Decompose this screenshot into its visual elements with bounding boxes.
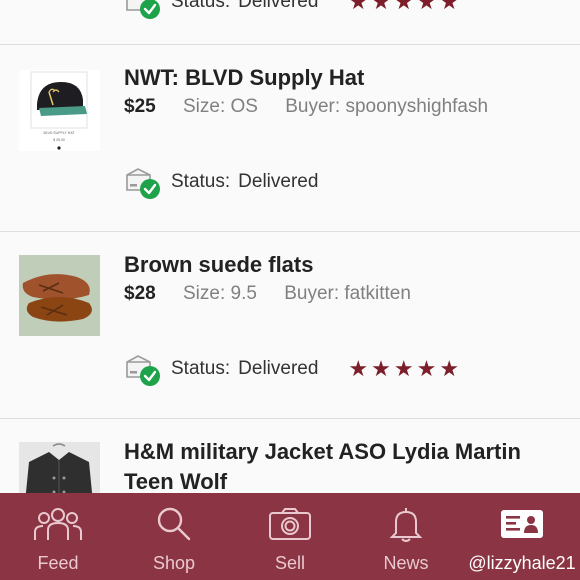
star-icon: ★ bbox=[416, 356, 437, 381]
item-title[interactable]: NWT: BLVD Supply Hat bbox=[124, 63, 364, 93]
item-title[interactable]: Brown suede flats bbox=[124, 250, 313, 280]
star-icon: ★ bbox=[439, 356, 460, 381]
delivered-box-icon bbox=[124, 0, 162, 19]
item-thumbnail[interactable] bbox=[19, 442, 100, 493]
nav-sell-label: Sell bbox=[274, 553, 305, 573]
nav-feed-label: Feed bbox=[37, 553, 79, 573]
camera-icon bbox=[268, 505, 312, 543]
list-item[interactable]: BLVD SUPPLY HAT $ 25.00 NWT: BLVD Supply… bbox=[0, 45, 580, 232]
item-thumbnail[interactable] bbox=[19, 255, 100, 336]
status-label: Status: bbox=[171, 358, 231, 379]
item-buyer[interactable]: Buyer: spoonyshighfash bbox=[285, 96, 488, 117]
star-icon: ★ bbox=[416, 0, 437, 14]
nav-profile[interactable]: @lizzyhale21 bbox=[464, 493, 580, 580]
delivered-box-icon bbox=[124, 352, 162, 386]
thumb-caption: BLVD SUPPLY HAT bbox=[43, 131, 75, 135]
item-size: Size: OS bbox=[182, 96, 258, 117]
thumb-price: $ 25.00 bbox=[53, 138, 65, 142]
item-size: Size: 9.5 bbox=[182, 283, 257, 304]
status-label: Status: bbox=[171, 171, 231, 192]
bell-icon bbox=[388, 505, 424, 543]
nav-shop-label: Shop bbox=[152, 553, 196, 573]
bottom-nav: Feed Shop Sell News @lizzyhale21 bbox=[0, 493, 580, 580]
star-icon: ★ bbox=[348, 356, 369, 381]
item-meta: $28 Size: 9.5 Buyer: fatkitten bbox=[124, 281, 411, 307]
sold-items-list: Status: Delivered ★ ★ ★ ★ ★ BLVD SUPPLY … bbox=[0, 0, 580, 493]
search-icon bbox=[155, 505, 193, 543]
nav-feed[interactable]: Feed bbox=[0, 493, 116, 580]
nav-news[interactable]: News bbox=[348, 493, 464, 580]
star-icon: ★ bbox=[393, 356, 414, 381]
delivered-box-icon bbox=[124, 165, 162, 199]
item-buyer[interactable]: Buyer: fatkitten bbox=[284, 283, 411, 304]
star-icon: ★ bbox=[348, 0, 369, 14]
nav-sell[interactable]: Sell bbox=[232, 493, 348, 580]
list-item[interactable]: Status: Delivered ★ ★ ★ ★ ★ bbox=[0, 0, 580, 45]
item-title[interactable]: H&M military Jacket ASO Lydia Martin Tee… bbox=[124, 437, 564, 493]
star-icon: ★ bbox=[393, 0, 414, 14]
list-item[interactable]: Brown suede flats $28 Size: 9.5 Buyer: f… bbox=[0, 232, 580, 419]
item-thumbnail[interactable]: BLVD SUPPLY HAT $ 25.00 bbox=[19, 70, 100, 151]
list-item[interactable]: H&M military Jacket ASO Lydia Martin Tee… bbox=[0, 419, 580, 493]
star-icon: ★ bbox=[371, 0, 391, 14]
people-icon bbox=[32, 505, 84, 543]
status-label: Status: bbox=[171, 0, 231, 12]
star-icon: ★ bbox=[439, 0, 460, 14]
status-value: Delivered bbox=[238, 358, 319, 379]
profile-card-icon bbox=[500, 505, 544, 543]
item-price: $25 bbox=[124, 96, 156, 117]
rating-stars: ★ ★ ★ ★ ★ bbox=[348, 358, 459, 380]
status-line: Status: Delivered bbox=[124, 164, 318, 200]
item-meta: $25 Size: OS Buyer: spoonyshighfash bbox=[124, 94, 488, 120]
rating-stars: ★ ★ ★ ★ ★ bbox=[348, 0, 459, 13]
status-value: Delivered bbox=[238, 0, 319, 12]
item-price: $28 bbox=[124, 283, 156, 304]
status-line: Status: Delivered ★ ★ ★ ★ ★ bbox=[124, 351, 459, 387]
status-value: Delivered bbox=[238, 171, 319, 192]
nav-profile-label: @lizzyhale21 bbox=[468, 553, 576, 573]
nav-news-label: News bbox=[383, 553, 429, 573]
star-icon: ★ bbox=[371, 356, 391, 381]
status-line: Status: Delivered ★ ★ ★ ★ ★ bbox=[124, 0, 459, 20]
nav-shop[interactable]: Shop bbox=[116, 493, 232, 580]
